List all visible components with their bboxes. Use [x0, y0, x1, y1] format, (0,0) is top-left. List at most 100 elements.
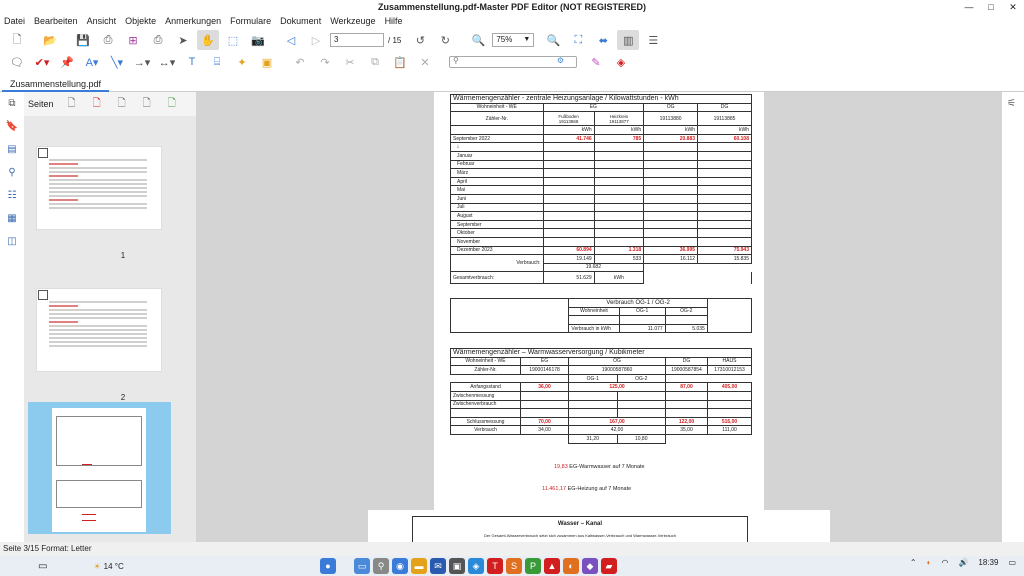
table-cell: Wohneinheit - WE [450, 356, 521, 367]
menu-objekte[interactable]: Objekte [125, 16, 156, 26]
attachments-icon[interactable]: ▤ [7, 144, 16, 167]
tray-chevron-icon[interactable]: ⌃ [910, 558, 917, 567]
office-p-icon[interactable]: P [525, 558, 541, 574]
rotate-right-icon[interactable]: ↻ [434, 30, 456, 50]
minimize-button[interactable]: — [958, 0, 980, 14]
save-as-icon[interactable]: ⊞ [122, 30, 144, 50]
previous-page-icon[interactable]: ◁ [280, 30, 302, 50]
measure-icon[interactable]: ↔▾ [156, 52, 178, 72]
layers-icon[interactable]: ☷ [8, 190, 17, 213]
fit-page-icon[interactable]: ⛶ [567, 30, 589, 50]
maximize-button[interactable]: □ [980, 0, 1002, 14]
next-page-icon[interactable]: ▷ [305, 30, 327, 50]
undo-icon[interactable]: ↶ [289, 52, 311, 72]
menu-ansicht[interactable]: Ansicht [87, 16, 117, 26]
snapshot-camera-icon[interactable]: 📷 [247, 30, 269, 50]
folder-icon[interactable]: ▬ [411, 558, 427, 574]
redo-icon[interactable]: ↷ [314, 52, 336, 72]
highlighter-icon[interactable]: A▾ [81, 52, 103, 72]
save-icon[interactable]: 💾 [72, 30, 94, 50]
search-app-icon[interactable]: ⚲ [373, 558, 389, 574]
checkmark-icon[interactable]: ✔▾ [31, 52, 53, 72]
new-document-icon[interactable]: 🗋 [6, 30, 28, 50]
structure-icon[interactable]: ▦ [7, 213, 16, 236]
browser-icon[interactable]: ◉ [392, 558, 408, 574]
text-field-icon[interactable]: ⌸ [206, 52, 228, 72]
tab-zusammenstellung[interactable]: Zusammenstellung.pdf [2, 76, 110, 92]
select-text-icon[interactable]: ⬚ [222, 30, 244, 50]
menu-hilfe[interactable]: Hilfe [385, 16, 403, 26]
menu-werkzeuge[interactable]: Werkzeuge [330, 16, 375, 26]
copy-icon[interactable]: ⧉ [364, 52, 386, 72]
paste-icon[interactable]: 📋 [389, 52, 411, 72]
pages-panel-icon[interactable]: ⧉ [8, 98, 15, 121]
menu-formulare[interactable]: Formulare [230, 16, 271, 26]
arrow-line-icon[interactable]: →▾ [131, 52, 153, 72]
office-t-icon[interactable]: T [487, 558, 503, 574]
store-icon[interactable]: ▣ [449, 558, 465, 574]
page-thumbnail-2[interactable] [36, 288, 162, 372]
notification-icon[interactable]: ▭ [1008, 558, 1016, 567]
weather-widget[interactable]: ☀ 14 °C [93, 562, 123, 571]
single-page-icon[interactable]: ▥ [617, 30, 640, 50]
fit-width-icon[interactable]: ⬌ [592, 30, 614, 50]
select-arrow-icon[interactable]: ➤ [172, 30, 194, 50]
pdf-app-icon[interactable]: ▲ [544, 558, 560, 574]
hand-tool-icon[interactable]: ✋ [197, 30, 219, 50]
rotate-left-icon[interactable]: ↺ [409, 30, 431, 50]
print-preview-icon[interactable]: ⎙ [147, 30, 169, 50]
clock[interactable]: 18:39 [978, 558, 998, 567]
delete-icon[interactable]: ✕ [414, 52, 436, 72]
page-checkbox[interactable] [38, 148, 48, 158]
master-pdf-icon[interactable]: ▰ [601, 558, 617, 574]
firefox-icon[interactable]: ◐ [563, 558, 579, 574]
stamp-icon[interactable]: ✦ [231, 52, 253, 72]
pin-icon[interactable]: 📌 [56, 52, 78, 72]
mail-icon[interactable]: ✉ [430, 558, 446, 574]
add-page-icon[interactable]: 🗋 [168, 96, 176, 113]
line-tool-icon[interactable]: ╲▾ [106, 52, 128, 72]
wifi-icon[interactable]: ◠ [941, 558, 948, 567]
cut-icon[interactable]: ✂ [339, 52, 361, 72]
open-folder-icon[interactable]: 📂 [39, 30, 61, 50]
close-button[interactable]: ✕ [1002, 0, 1024, 14]
comment-icon[interactable]: 🗨 [6, 52, 28, 72]
bookmarks-icon[interactable]: 🔖 [6, 121, 18, 144]
table-row: Zwischenverbrauch [450, 399, 752, 410]
start-menu-icon[interactable]: ● [320, 558, 336, 574]
page-number-input[interactable]: 3 [330, 33, 384, 47]
print-icon[interactable]: ⎙ [97, 30, 119, 50]
search-input[interactable]: ⚲ ⚙ [449, 56, 577, 68]
search-options-gear-icon[interactable]: ⚙ [557, 56, 564, 65]
file-manager-icon[interactable]: ▭ [354, 558, 370, 574]
page-thumbnail-3-selected[interactable] [28, 402, 171, 534]
page-checkbox[interactable] [38, 290, 48, 300]
stack-icon[interactable]: ◫ [7, 236, 16, 259]
search-panel-icon[interactable]: ⚲ [8, 167, 15, 190]
menu-dokument[interactable]: Dokument [280, 16, 321, 26]
office-s-icon[interactable]: S [506, 558, 522, 574]
fill-color-icon[interactable]: ◈ [610, 52, 632, 72]
extract-page-icon[interactable]: 🗋 [118, 96, 126, 113]
zoom-out-icon[interactable]: 🔍 [467, 30, 489, 50]
page-thumbnail-1[interactable] [36, 146, 162, 230]
show-desktop-icon[interactable]: ▭ [38, 561, 47, 572]
delete-page-icon[interactable]: 🗋 [93, 96, 101, 113]
text-box-icon[interactable]: T [181, 52, 203, 72]
insert-page-icon[interactable]: 🗋 [68, 96, 76, 113]
zoom-select[interactable]: 75% ▼ [492, 33, 535, 47]
document-canvas[interactable]: Wärmemengenzähler - zentrale Heizungsanl… [196, 92, 1002, 542]
eraser-icon[interactable]: ✎ [585, 52, 607, 72]
properties-sliders-icon[interactable]: ⚟ [1007, 98, 1016, 109]
messenger-icon[interactable]: ◆ [582, 558, 598, 574]
settings-icon[interactable]: ◈ [468, 558, 484, 574]
volume-icon[interactable]: 🔊 [958, 558, 968, 567]
firefox-tray-icon[interactable]: ◐ [927, 558, 932, 567]
menu-datei[interactable]: Datei [4, 16, 25, 26]
hamburger-menu-icon[interactable]: ☰ [642, 30, 664, 50]
crop-page-icon[interactable]: 🗋 [143, 96, 151, 113]
image-icon[interactable]: ▣ [256, 52, 278, 72]
menu-anmerkungen[interactable]: Anmerkungen [165, 16, 221, 26]
menu-bearbeiten[interactable]: Bearbeiten [34, 16, 78, 26]
zoom-in-icon[interactable]: 🔍 [542, 30, 564, 50]
